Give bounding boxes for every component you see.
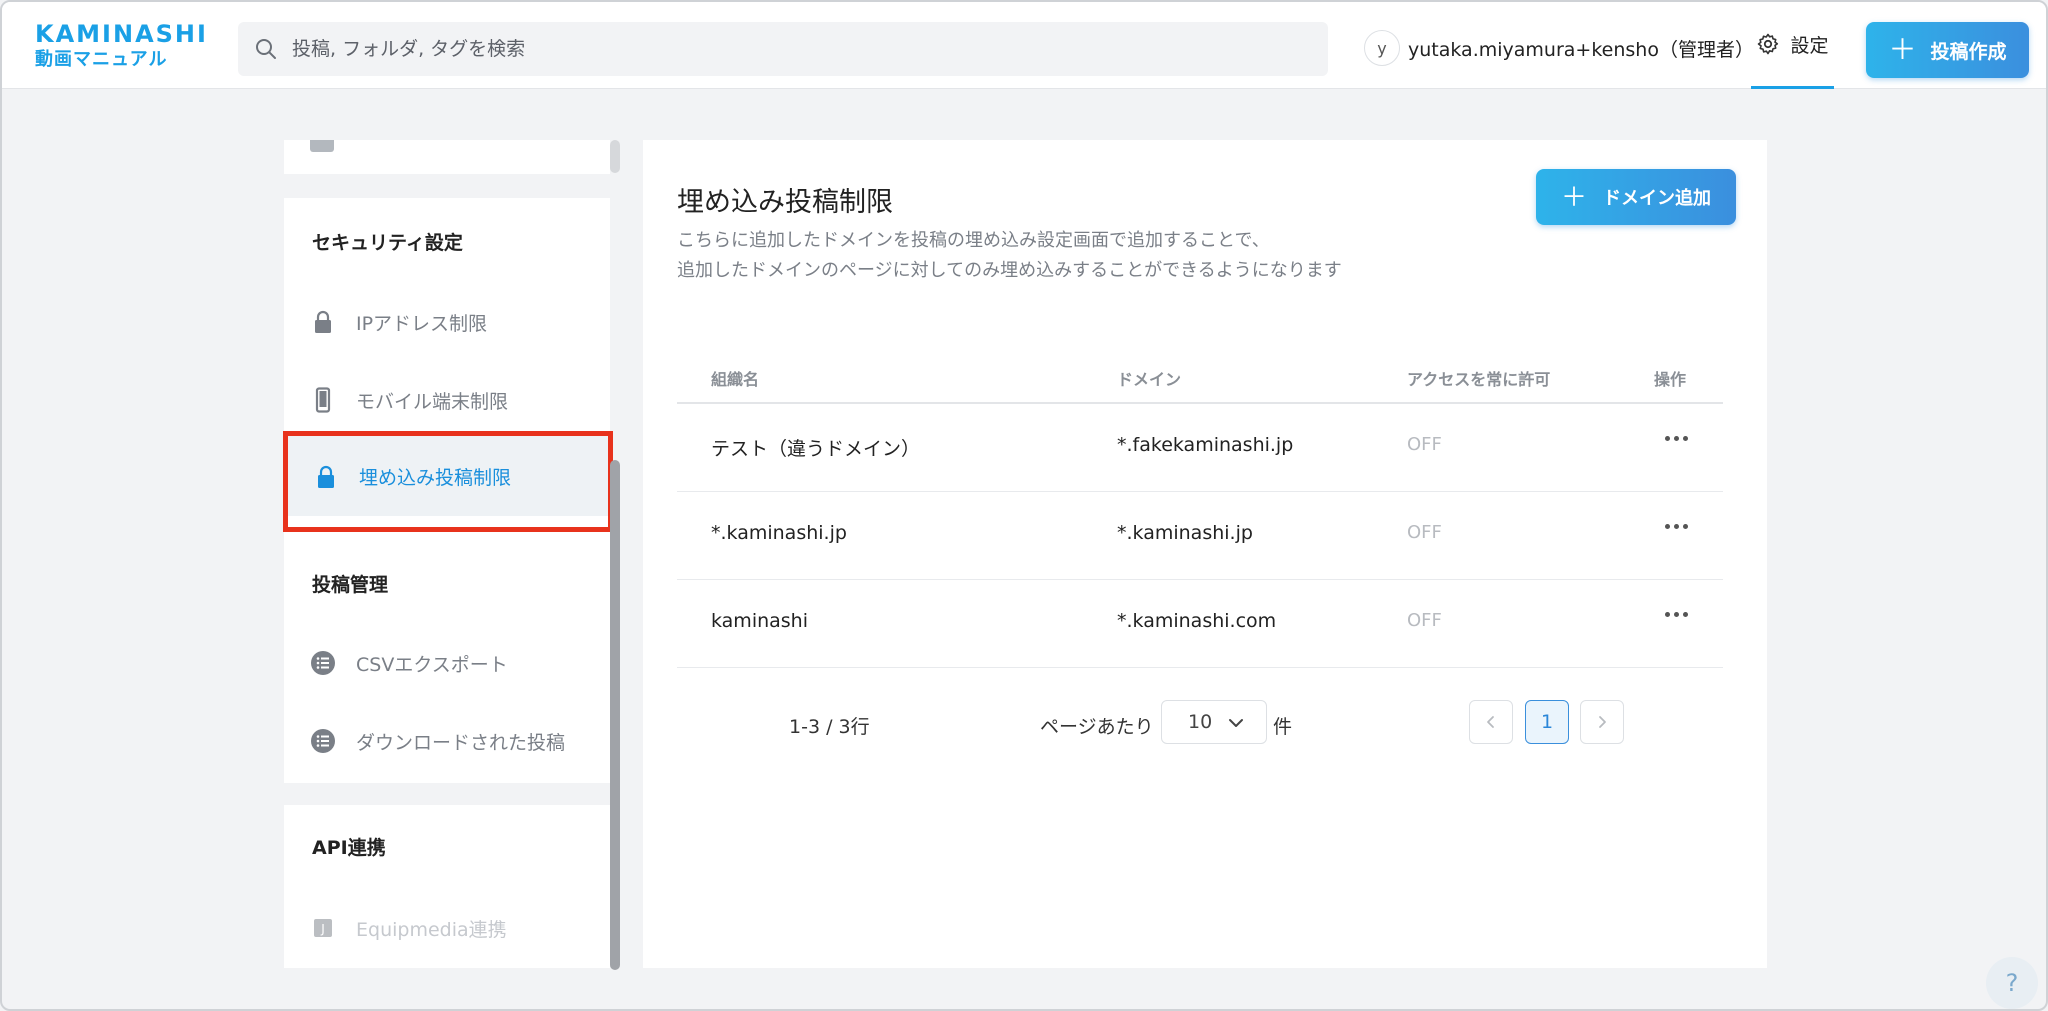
logo[interactable]: KAMINASHI 動画マニュアル [35,20,208,72]
prev-page-button[interactable] [1469,700,1513,744]
sidebar-card-previous [284,140,610,174]
chevron-down-icon [1229,719,1243,727]
settings-sidebar: セキュリティ設定 IPアドレス制限 モバイル端末制限 埋め込み投稿制限 投稿管理… [284,140,610,968]
more-actions-icon[interactable] [1665,524,1688,529]
sidebar-item-label: Equipmedia連携 [356,918,507,941]
description-line: 追加したドメインのページに対してのみ埋め込みすることができるようになります [677,260,1342,281]
per-page-value: 10 [1188,711,1213,733]
column-header-domain[interactable]: ドメイン [1117,366,1181,390]
tab-settings[interactable]: 設定 [1751,2,1834,89]
list-icon [311,729,335,753]
sidebar-heading-security: セキュリティ設定 [312,232,463,254]
add-domain-button[interactable]: ＋ ドメイン追加 [1536,169,1736,225]
sidebar-heading-api: API連携 [312,837,386,859]
cell-always-allow: OFF [1407,610,1442,631]
next-page-button[interactable] [1580,700,1624,744]
mobile-icon [315,387,331,413]
lock-icon [315,310,331,333]
logo-wordmark: KAMINASHI [35,20,208,48]
create-post-label: 投稿作成 [1930,41,2007,63]
page-title: 埋め込み投稿制限 [677,187,893,218]
per-page-select[interactable]: 10 [1161,700,1267,744]
cell-domain: *.kaminashi.com [1117,610,1277,632]
row-range: 1-3 / 3行 [789,716,870,738]
page-number: 1 [1540,711,1554,733]
sidebar-scrollbar[interactable] [610,460,620,970]
sidebar-card-api: API連携 J Equipmedia連携 [284,805,610,968]
logo-subtitle: 動画マニュアル [35,49,168,70]
sidebar-item-mobile-restriction[interactable]: モバイル端末制限 [284,367,610,433]
cell-domain: *.fakekaminashi.jp [1117,434,1294,456]
domain-table: 組織名 ドメイン アクセスを常に許可 操作 テスト（違うドメイン） *.fake… [677,352,1723,668]
column-header-org[interactable]: 組織名 [711,366,759,390]
gear-icon [1758,33,1779,55]
folder-icon [310,140,334,152]
cell-domain: *.kaminashi.jp [1117,522,1253,544]
chevron-right-icon [1599,716,1606,728]
sidebar-item-downloaded-posts[interactable]: ダウンロードされた投稿 [284,708,610,774]
svg-text:J: J [320,922,325,936]
more-actions-icon[interactable] [1665,436,1688,441]
settings-label: 設定 [1790,34,1829,57]
per-page-label: ページあたり [1040,716,1154,738]
table-row: *.kaminashi.jp *.kaminashi.jp OFF [677,492,1723,580]
table-row: kaminashi *.kaminashi.com OFF [677,580,1723,668]
equipmedia-icon: J [314,919,332,937]
add-domain-label: ドメイン追加 [1603,188,1711,208]
search-icon [256,39,276,59]
per-page-unit: 件 [1273,716,1293,738]
main-panel: 埋め込み投稿制限 こちらに追加したドメインを投稿の埋め込み設定画面で追加すること… [643,140,1767,968]
cell-org: *.kaminashi.jp [711,522,847,544]
sidebar-item-label: モバイル端末制限 [356,390,509,413]
sidebar-card-security: セキュリティ設定 IPアドレス制限 モバイル端末制限 埋め込み投稿制限 投稿管理… [284,198,610,783]
sidebar-item-csv-export[interactable]: CSVエクスポート [284,630,610,696]
table-row: テスト（違うドメイン） *.fakekaminashi.jp OFF [677,404,1723,492]
sidebar-item-label: 埋め込み投稿制限 [359,466,512,489]
chevron-left-icon [1487,716,1494,728]
sidebar-item-label: ダウンロードされた投稿 [356,731,566,754]
cell-org: テスト（違うドメイン） [711,438,921,460]
sidebar-item-partial[interactable] [310,140,334,152]
plus-icon: ＋ [1560,182,1587,212]
column-header-always-allow[interactable]: アクセスを常に許可 [1407,366,1550,390]
page-button-current[interactable]: 1 [1525,700,1569,744]
sidebar-item-label: IPアドレス制限 [356,312,488,335]
avatar[interactable]: y [1364,30,1400,66]
page-description: こちらに追加したドメインを投稿の埋め込み設定画面で追加することで、 追加したドメ… [677,226,1342,286]
cell-always-allow: OFF [1407,522,1442,543]
plus-icon: ＋ [1888,34,1917,65]
cell-always-allow: OFF [1407,434,1442,455]
help-button[interactable]: ? [1986,957,2038,1009]
sidebar-item-label: CSVエクスポート [356,653,508,676]
column-header-actions: 操作 [1654,370,1687,389]
user-name[interactable]: yutaka.miyamura+kensho（管理者） [1408,35,1754,62]
search-bar[interactable] [238,22,1328,76]
list-icon [311,651,335,675]
search-input[interactable] [292,38,1192,60]
cell-org: kaminashi [711,610,809,632]
table-header: 組織名 ドメイン アクセスを常に許可 操作 [677,352,1723,404]
pagination: 1-3 / 3行 ページあたり 10 件 1 [677,700,1723,746]
app-window: KAMINASHI 動画マニュアル y yutaka.miyamura+kens… [0,0,2048,1011]
sidebar-heading-post-management: 投稿管理 [312,574,389,596]
description-line: こちらに追加したドメインを投稿の埋め込み設定画面で追加することで、 [677,230,1270,251]
sidebar-item-ip-restriction[interactable]: IPアドレス制限 [284,289,610,355]
top-header: KAMINASHI 動画マニュアル y yutaka.miyamura+kens… [2,2,2046,89]
more-actions-icon[interactable] [1665,612,1688,617]
lock-icon [318,465,334,488]
sidebar-scrollbar-top[interactable] [610,140,620,173]
sidebar-item-equipmedia[interactable]: J Equipmedia連携 [284,895,610,961]
create-post-button[interactable]: ＋ 投稿作成 [1866,22,2029,78]
user-menu[interactable]: y yutaka.miyamura+kensho（管理者） [1364,29,1754,67]
sidebar-item-embed-restriction[interactable]: 埋め込み投稿制限 [284,436,610,516]
